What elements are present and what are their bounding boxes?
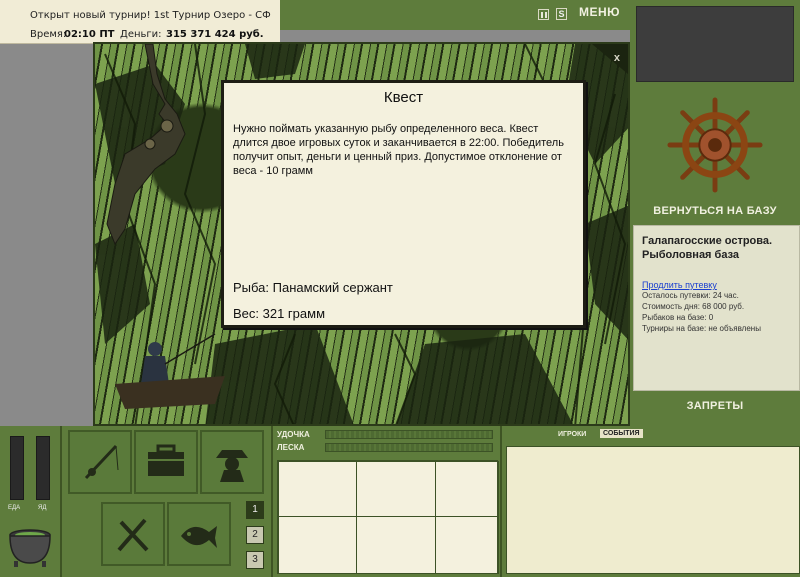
menu-button[interactable]: МЕНЮ (579, 5, 620, 19)
fisherman-boat-icon (115, 333, 225, 409)
ship-wheel-icon[interactable] (666, 96, 764, 194)
page-1-button[interactable]: 1 (246, 501, 264, 519)
money-value: 315 371 424 руб. (166, 29, 264, 40)
poison-label: ЯД (38, 505, 47, 511)
fish-icon (181, 526, 217, 548)
time-value: 02:10 ПТ (64, 29, 115, 40)
quest-weight: Вес: 321 грамм (233, 306, 326, 321)
tab-events[interactable]: СОБЫТИЯ (600, 429, 643, 438)
stat-day-cost: Стоимость дня: 68 000 руб. (642, 302, 745, 311)
keepnet-cell[interactable] (278, 516, 357, 574)
right-panel: ВЕРНУТЬСЯ НА БАЗУ Галапагосские острова.… (630, 0, 800, 426)
chat-panel: ИГРОКИ СОБЫТИЯ (500, 426, 800, 577)
rod-label: УДОЧКА (277, 430, 310, 439)
stat-ticket-left: Осталось путевки: 24 час. (642, 291, 739, 300)
quest-title: Квест (383, 89, 424, 106)
fisherman-hat-icon (216, 450, 248, 482)
tackle-panel: УДОЧКА ЛЕСКА (271, 426, 500, 577)
food-slot[interactable] (101, 502, 165, 566)
tackle-box-icon (148, 444, 184, 476)
page-3-button[interactable]: 3 (246, 551, 264, 569)
bottom-panel: ЕДА ЯД 1 2 3 УДОЧКА ЛЕСКА ИГРОКИ СОБЫТИЯ (0, 426, 800, 577)
fishing-rod-icon (84, 444, 119, 480)
rod-bar (325, 430, 493, 439)
money-label: Деньги: (120, 29, 162, 40)
line-label: ЛЕСКА (277, 443, 305, 452)
events-log[interactable] (506, 446, 800, 574)
rods-slot[interactable] (68, 430, 132, 494)
clothing-slot[interactable] (200, 430, 264, 494)
time-label: Время: (30, 29, 67, 40)
keepnet-cell[interactable] (278, 461, 357, 517)
quest-dialog: Квест Нужно поймать указанную рыбу опред… (221, 80, 586, 328)
stat-fishers: Рыбаков на базе: 0 (642, 313, 714, 322)
sound-toggle-icon[interactable]: S (556, 8, 567, 20)
divider (280, 30, 630, 42)
quest-description: Нужно поймать указанную рыбу определенно… (233, 123, 564, 177)
minimap[interactable] (636, 6, 794, 82)
keepnet-cell[interactable] (356, 516, 436, 574)
return-to-base-button[interactable]: ВЕРНУТЬСЯ НА БАЗУ (630, 205, 800, 217)
location-name: Галапагосские острова. Рыболовная база (642, 235, 773, 261)
poison-meter (36, 436, 50, 500)
page-2-button[interactable]: 2 (246, 526, 264, 544)
keepnet-grid (277, 460, 499, 574)
status-panel: Открыт новый турнир! 1st Турнир Озеро - … (0, 0, 280, 44)
catch-slot[interactable] (167, 502, 231, 566)
base-info-panel: Галапагосские острова. Рыболовная база П… (633, 225, 800, 391)
line-bar (325, 443, 493, 452)
bans-button[interactable]: ЗАПРЕТЫ (630, 400, 800, 412)
news-ticker[interactable]: Открыт новый турнир! 1st Турнир Озеро - … (30, 10, 271, 21)
top-bar: S МЕНЮ (280, 0, 630, 30)
food-meter (10, 436, 24, 500)
extend-ticket-link[interactable]: Продлить путевку (642, 280, 791, 290)
tab-players[interactable]: ИГРОКИ (558, 431, 586, 438)
knife-fork-icon (117, 518, 149, 552)
close-icon[interactable]: x (614, 52, 620, 64)
needs-panel: ЕДА ЯД (0, 426, 62, 577)
quest-fish: Рыба: Панамский сержант (233, 280, 393, 295)
keepnet-cell[interactable] (435, 461, 499, 517)
stat-tournaments: Турниры на базе: не объявлены (642, 324, 761, 333)
keepnet-cell[interactable] (435, 516, 499, 574)
food-label: ЕДА (8, 505, 21, 511)
pause-icon[interactable] (538, 9, 549, 20)
cauldron-icon[interactable] (6, 521, 54, 569)
keepnet-cell[interactable] (356, 461, 436, 517)
tackle-box-slot[interactable] (134, 430, 198, 494)
